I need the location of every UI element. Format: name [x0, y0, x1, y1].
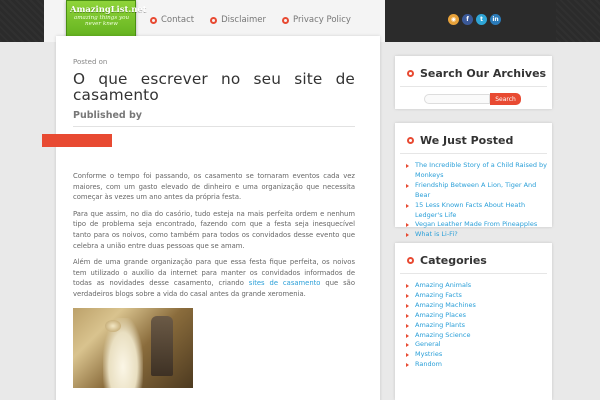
paragraph: Além de uma grande organização para que …	[73, 257, 355, 299]
link-label: Friendship Between A Lion, Tiger And Bea…	[415, 180, 537, 199]
triangle-bullet-icon	[406, 313, 409, 318]
rss-icon[interactable]: ◉	[448, 14, 459, 25]
bouquet	[105, 320, 121, 332]
posted-on: Posted on	[73, 58, 108, 66]
wedding-photo	[73, 308, 193, 388]
facebook-icon[interactable]: f	[462, 14, 473, 25]
category-link[interactable]: General	[406, 340, 552, 350]
recent-post-link[interactable]: What is Li-Fi?	[406, 230, 552, 240]
published-by: Published by	[73, 110, 143, 121]
recent-post-link[interactable]: Vegan Leather Made From Pineapples	[406, 220, 552, 230]
category-link[interactable]: Amazing Plants	[406, 321, 552, 331]
divider	[73, 126, 355, 127]
search-widget: Search Our Archives Search	[395, 56, 552, 109]
triangle-bullet-icon	[406, 353, 409, 358]
triangle-bullet-icon	[406, 333, 409, 338]
link-label: Amazing Plants	[415, 320, 466, 329]
search-button[interactable]: Search	[490, 93, 521, 105]
groom-figure	[151, 316, 173, 376]
link-label: Random	[415, 360, 442, 369]
category-link[interactable]: Amazing Machines	[406, 301, 552, 311]
logo-title: AmazingList.net	[70, 4, 147, 14]
link-label: Amazing Places	[415, 310, 466, 319]
paragraph: Para que assim, no dia do casório, tudo …	[73, 209, 355, 250]
nav-item-contact[interactable]: Contact	[150, 15, 194, 25]
nav-item-label: Privacy Policy	[293, 15, 351, 25]
accent-ribbon	[42, 134, 112, 147]
category-link[interactable]: Mystries	[406, 350, 552, 360]
widget-title: Categories	[420, 254, 487, 267]
triangle-bullet-icon	[406, 183, 409, 188]
post-body: Conforme o tempo foi passando, os casame…	[73, 171, 355, 306]
triangle-bullet-icon	[406, 284, 409, 288]
triangle-bullet-icon	[406, 223, 409, 228]
recent-post-link[interactable]: Friendship Between A Lion, Tiger And Bea…	[406, 181, 552, 201]
bullet-icon	[210, 16, 218, 24]
link-label: Mystries	[415, 350, 443, 359]
link-label: The Incredible Story of a Child Raised b…	[415, 161, 548, 179]
sites-de-casamento-link[interactable]: sites de casamento	[249, 279, 321, 287]
link-label: Amazing Science	[415, 330, 471, 339]
search-input[interactable]	[424, 94, 490, 104]
triangle-bullet-icon	[406, 164, 409, 168]
widget-title: We Just Posted	[420, 134, 514, 147]
nav-item-label: Contact	[161, 15, 195, 25]
triangle-bullet-icon	[406, 303, 409, 308]
triangle-bullet-icon	[406, 233, 409, 238]
nav-item-privacy-policy[interactable]: Privacy Policy	[282, 15, 351, 25]
bullet-icon	[407, 70, 414, 77]
categories-widget: Categories Amazing Animals Amazing Facts…	[395, 243, 552, 400]
recent-post-link[interactable]: The Incredible Story of a Child Raised b…	[406, 161, 552, 181]
main-nav: Contact Disclaimer Privacy Policy	[150, 15, 367, 25]
linkedin-icon[interactable]: in	[490, 14, 501, 25]
link-label: Amazing Facts	[415, 290, 462, 299]
link-label: Vegan Leather Made From Pineapples	[415, 220, 538, 229]
recent-posts-list: The Incredible Story of a Child Raised b…	[395, 154, 552, 240]
twitter-icon[interactable]: t	[476, 14, 487, 25]
recent-posts-widget: We Just Posted The Incredible Story of a…	[395, 123, 552, 238]
nav-item-label: Disclaimer	[221, 15, 267, 25]
link-label: 15 Less Known Facts About Heath Ledger's…	[415, 200, 526, 219]
triangle-bullet-icon	[406, 323, 409, 328]
bullet-icon	[407, 137, 414, 144]
category-link[interactable]: Random	[406, 360, 552, 370]
logo-tagline: amazing things you never knew	[73, 15, 130, 27]
link-label: Amazing Machines	[415, 300, 476, 309]
link-label: Amazing Animals	[415, 281, 472, 289]
category-link[interactable]: Amazing Science	[406, 331, 552, 341]
post-title: O que escrever no seu site de casamento	[73, 70, 355, 104]
category-link[interactable]: Amazing Places	[406, 311, 552, 321]
category-link[interactable]: Amazing Animals	[406, 281, 552, 291]
link-label: General	[415, 340, 441, 349]
categories-list: Amazing Animals Amazing Facts Amazing Ma…	[395, 274, 552, 370]
widget-title: Search Our Archives	[420, 67, 547, 80]
paragraph: Conforme o tempo foi passando, os casame…	[73, 172, 355, 202]
triangle-bullet-icon	[406, 363, 409, 368]
triangle-bullet-icon	[406, 343, 409, 348]
social-links: ◉ f t in	[448, 14, 504, 25]
recent-post-link[interactable]: 15 Less Known Facts About Heath Ledger's…	[406, 201, 552, 221]
post-container: Posted on O que escrever no seu site de …	[56, 36, 380, 400]
triangle-bullet-icon	[406, 203, 409, 208]
bullet-icon	[282, 16, 290, 24]
triangle-bullet-icon	[406, 293, 409, 298]
category-link[interactable]: Amazing Facts	[406, 291, 552, 301]
link-label: What is Li-Fi?	[415, 230, 458, 239]
bullet-icon	[150, 16, 157, 24]
nav-item-disclaimer[interactable]: Disclaimer	[210, 15, 266, 25]
bullet-icon	[407, 257, 414, 264]
